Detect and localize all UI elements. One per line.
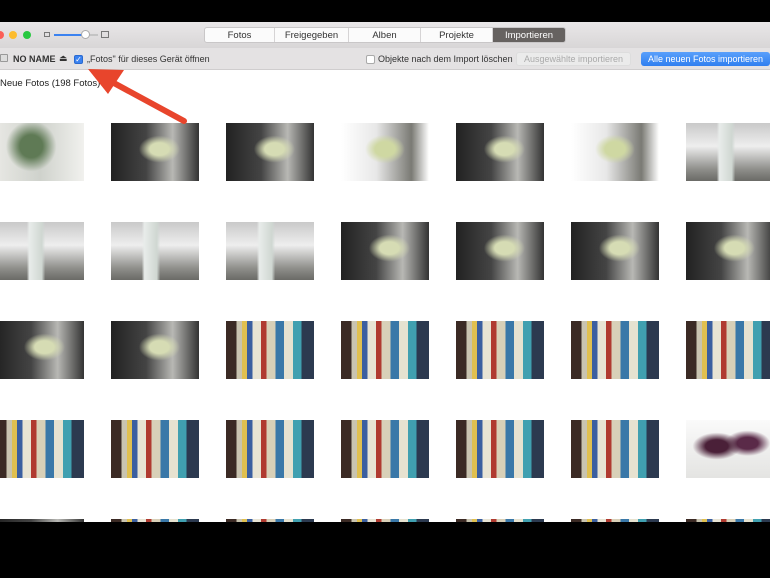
annotation-arrow [88,69,187,124]
